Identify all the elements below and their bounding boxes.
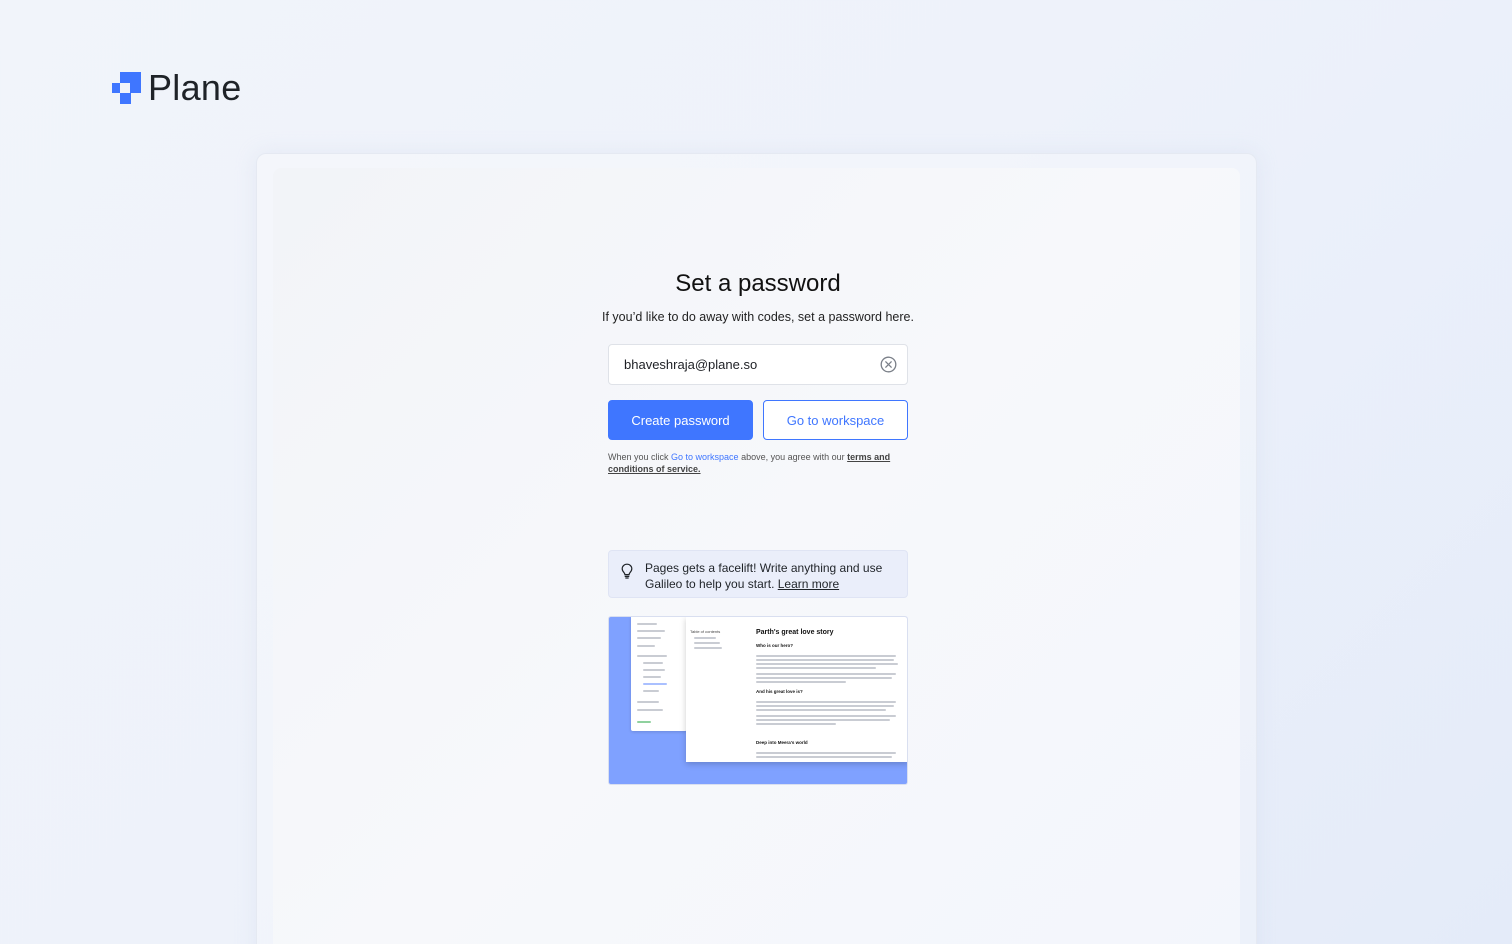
preview-sidebar xyxy=(631,617,687,731)
clear-icon[interactable] xyxy=(879,356,897,374)
plane-logo-icon xyxy=(112,72,144,104)
terms-notice: When you click Go to workspace above, yo… xyxy=(608,452,891,474)
preview-doc-title: Parth's great love story xyxy=(756,629,834,636)
page-subtitle: If you’d like to do away with codes, set… xyxy=(602,310,914,324)
page-title: Set a password xyxy=(675,270,841,297)
lightbulb-icon xyxy=(621,563,635,579)
email-field-wrapper xyxy=(608,344,908,385)
create-password-button[interactable]: Create password xyxy=(608,400,753,440)
tip-text: Pages gets a facelift! Write anything an… xyxy=(645,561,883,591)
action-buttons: Create password Go to workspace xyxy=(608,400,908,440)
learn-more-link[interactable]: Learn more xyxy=(778,577,839,591)
preview-toc-title: Table of contents xyxy=(690,629,721,634)
pages-preview-image: Table of contents Parth's great love sto… xyxy=(608,616,908,785)
email-field[interactable] xyxy=(624,357,864,372)
preview-heading-2: And his great love is? xyxy=(756,689,803,694)
brand-name: Plane xyxy=(148,67,242,108)
pages-tip-banner: Pages gets a facelift! Write anything an… xyxy=(608,550,908,598)
go-to-workspace-button[interactable]: Go to workspace xyxy=(763,400,908,440)
go-to-workspace-inline-link: Go to workspace xyxy=(671,452,739,462)
preview-document: Table of contents Parth's great love sto… xyxy=(686,617,907,762)
preview-heading-1: Who is our hero? xyxy=(756,643,793,648)
set-password-form: Set a password If you’d like to do away … xyxy=(602,270,914,475)
preview-heading-3: Deep into Meera's world xyxy=(756,740,808,745)
plane-logo: Plane xyxy=(112,70,242,106)
